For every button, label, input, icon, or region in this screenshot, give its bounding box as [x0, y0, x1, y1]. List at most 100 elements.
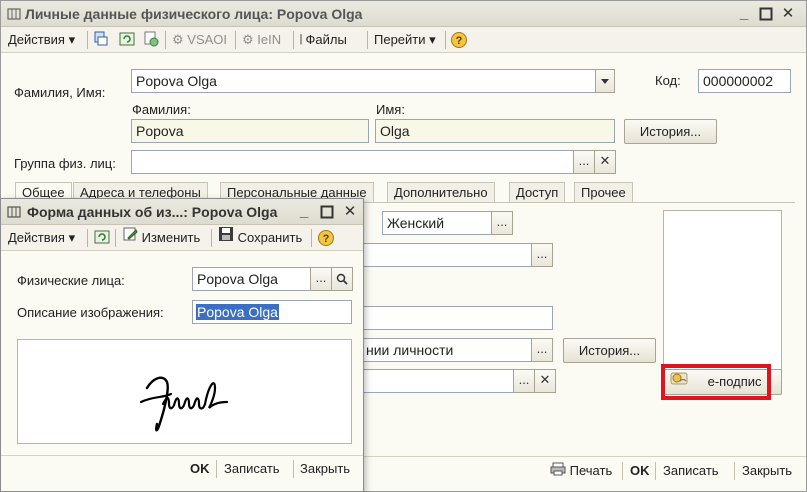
sub-footer-divider [1, 455, 363, 456]
lastname-input[interactable]: Popova [131, 119, 369, 143]
printer-icon [550, 462, 566, 482]
save-disk-icon [218, 226, 234, 249]
structure-icon[interactable] [92, 31, 110, 49]
code-input[interactable]: 000000002 [698, 69, 791, 93]
paperclip-icon: 𝄁 [300, 32, 302, 47]
sub-ok-button[interactable]: OK [190, 459, 210, 479]
svg-text:?: ? [456, 35, 463, 47]
sub-title-bar[interactable]: Форма данных об из...: Popova Olga _ ✕ [1, 199, 363, 225]
field2-select-button[interactable]: ... [531, 243, 553, 267]
close-icon[interactable]: ✕ [779, 5, 797, 23]
tab-other[interactable]: Прочее [574, 182, 633, 202]
toolbar-separator [165, 31, 166, 49]
field5-input[interactable] [361, 369, 514, 393]
person-search-button[interactable] [331, 267, 353, 291]
minimize-icon[interactable]: _ [735, 5, 753, 23]
image-data-window: Форма данных об из...: Popova Olga _ ✕ Д… [0, 198, 364, 492]
tab-additional[interactable]: Дополнительно [387, 182, 495, 202]
footer-separator [655, 462, 656, 480]
field5-clear-button[interactable]: ✕ [534, 369, 556, 393]
files-button[interactable]: 𝄁 Файлы [297, 29, 350, 51]
field3-input[interactable] [361, 306, 553, 330]
footer-separator [734, 462, 735, 480]
sub-actions-label: Действия [8, 230, 65, 245]
footer-separator [216, 460, 217, 478]
sub-save-button[interactable]: Сохранить [215, 226, 305, 249]
main-toolbar: Действия ▾ ⚙ VSAOI ⚙ IeIN 𝄁 Файлы Перейт… [1, 27, 806, 53]
fullname-label: Фамилия, Имя: [14, 85, 106, 100]
field5-select-button[interactable]: ... [513, 369, 535, 393]
selected-text: Popova Olga [196, 304, 279, 320]
tab-access[interactable]: Доступ [509, 182, 566, 202]
group-clear-button[interactable]: ✕ [594, 150, 616, 174]
form-icon [7, 7, 21, 21]
person-input[interactable]: Popova Olga [192, 267, 312, 291]
actions-menu[interactable]: Действия ▾ [5, 29, 78, 51]
iein-button[interactable]: ⚙ IeIN [239, 29, 284, 51]
ok-button[interactable]: OK [630, 461, 650, 481]
fullname-input[interactable]: Popova Olga [131, 69, 596, 93]
handwritten-signature [139, 376, 229, 432]
identity-select-button[interactable]: ... [531, 338, 553, 362]
person-select-button[interactable]: ... [310, 267, 332, 291]
group-label: Группа физ. лиц: [14, 156, 116, 171]
close-button[interactable]: Закрыть [742, 461, 792, 481]
person-label: Физические лица: [17, 273, 125, 288]
main-title-bar[interactable]: Личные данные физического лица: Popova O… [1, 1, 806, 27]
sub-window-title: Форма данных об из...: Popova Olga [27, 204, 278, 220]
edit-button[interactable]: Изменить [119, 227, 203, 249]
description-input[interactable]: Popova Olga [192, 300, 352, 324]
close-icon[interactable]: ✕ [341, 203, 359, 221]
toolbar-separator [211, 229, 212, 247]
gender-select-button[interactable]: ... [491, 211, 513, 235]
toolbar-separator [367, 31, 368, 49]
form-icon [7, 205, 21, 219]
save-button[interactable]: Записать [663, 461, 719, 481]
image-preview-box [663, 210, 782, 370]
maximize-icon[interactable] [757, 5, 775, 23]
gender-input[interactable]: Женский [382, 211, 492, 235]
description-label: Описание изображения: [17, 305, 164, 320]
history-button[interactable]: История... [624, 119, 717, 144]
sub-save-footer-button[interactable]: Записать [224, 459, 280, 479]
toolbar-separator [293, 31, 294, 49]
toolbar-separator [235, 31, 236, 49]
edit-label: Изменить [141, 230, 201, 245]
sub-actions-menu[interactable]: Действия ▾ [5, 227, 78, 249]
toolbar-separator [445, 31, 446, 49]
goto-label: Перейти [374, 32, 426, 47]
lastname-label: Фамилия: [132, 102, 191, 117]
help-icon[interactable]: ? [317, 229, 335, 247]
vsaoi-button[interactable]: ⚙ VSAOI [169, 29, 230, 51]
vsaoi-label: VSAOI [187, 32, 228, 47]
iein-label: IeIN [257, 32, 282, 47]
group-select-button[interactable]: ... [573, 150, 595, 174]
highlight-frame [661, 364, 771, 400]
toolbar-separator [115, 229, 116, 247]
goto-menu[interactable]: Перейти ▾ [371, 29, 439, 51]
minimize-icon[interactable]: _ [295, 203, 313, 221]
sub-close-button[interactable]: Закрыть [300, 459, 350, 479]
footer-separator [293, 460, 294, 478]
fullname-dropdown-button[interactable] [595, 69, 615, 93]
refresh-icon[interactable] [118, 31, 136, 49]
print-button[interactable]: Печать [550, 461, 612, 482]
print-label: Печать [569, 463, 613, 478]
group-input[interactable] [131, 150, 574, 174]
refresh-icon[interactable] [93, 229, 111, 247]
main-window-title: Личные данные физического лица: Popova O… [25, 6, 363, 22]
copy-refresh-icon[interactable] [142, 31, 160, 49]
identity-history-button[interactable]: История... [563, 338, 656, 363]
help-icon[interactable]: ? [450, 31, 468, 49]
firstname-label: Имя: [376, 102, 405, 117]
firstname-input[interactable]: Olga [375, 119, 615, 143]
pencil-icon [122, 226, 138, 249]
code-label: Код: [655, 73, 681, 88]
footer-separator [622, 462, 623, 480]
signature-image-box [17, 339, 352, 444]
field2-input[interactable] [361, 243, 532, 267]
toolbar-separator [87, 229, 88, 247]
maximize-icon[interactable] [318, 203, 336, 221]
files-label: Файлы [305, 32, 347, 47]
identity-input[interactable]: нии личности [361, 338, 532, 362]
